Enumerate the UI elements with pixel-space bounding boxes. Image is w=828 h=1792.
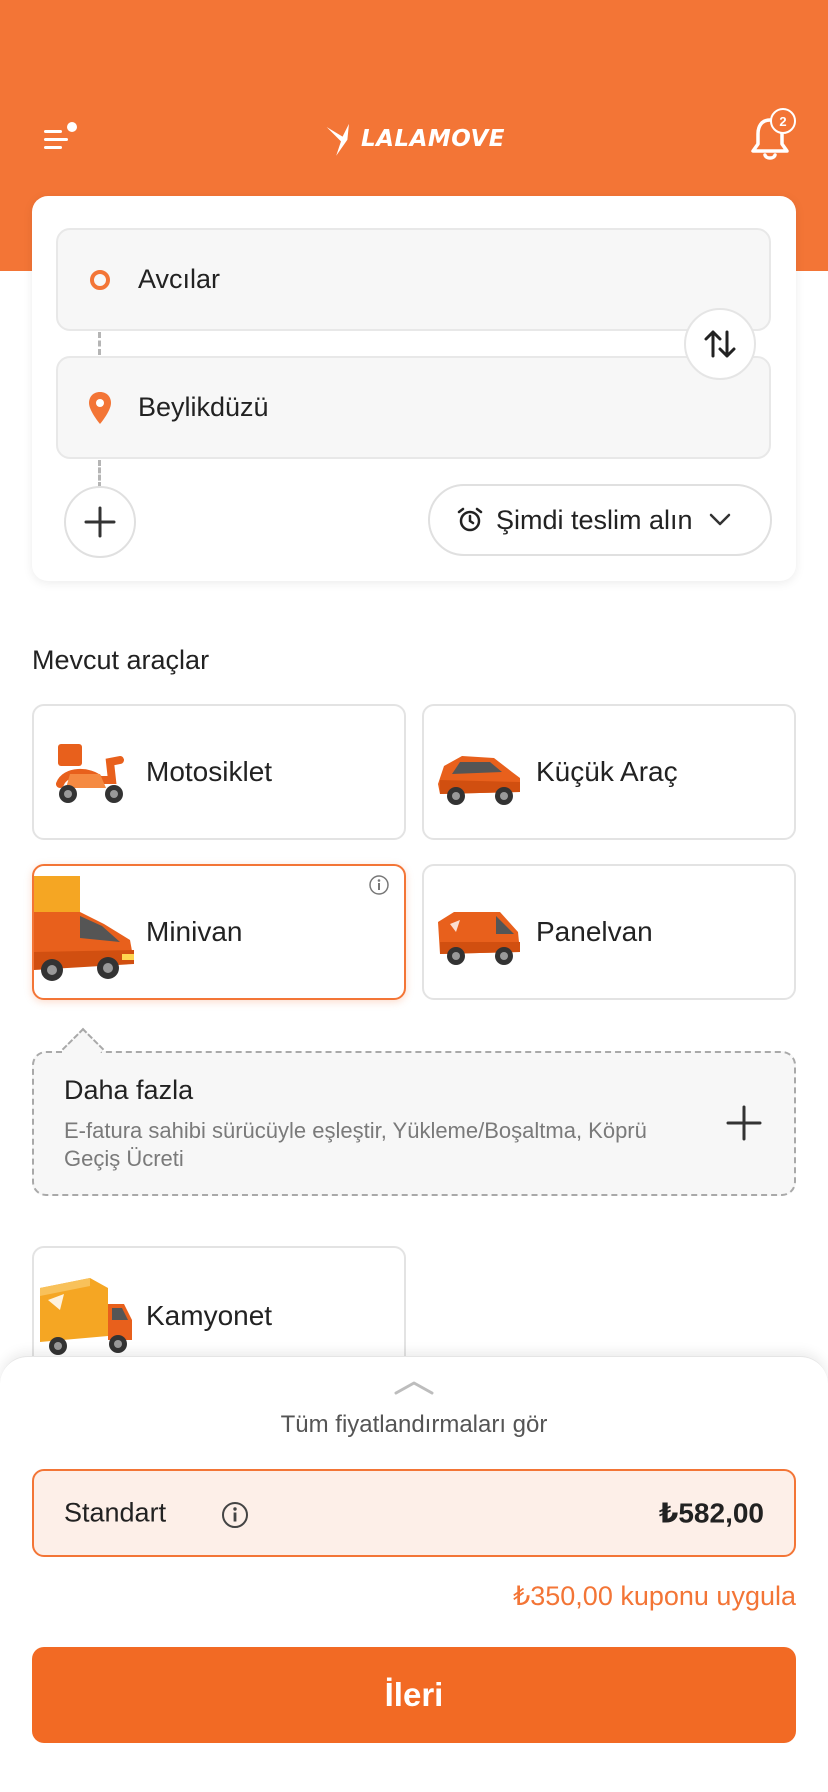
price-tier-label: Standart xyxy=(64,1497,167,1528)
more-options-title: Daha fazla xyxy=(64,1075,194,1105)
pickup-time-button[interactable]: Şimdi teslim alın xyxy=(428,484,772,556)
alarm-clock-icon xyxy=(457,507,483,532)
standard-price-option[interactable]: Standart ₺582,00 xyxy=(32,1469,796,1557)
pickup-text: Avcılar xyxy=(138,264,221,294)
small-car-icon xyxy=(438,756,520,805)
see-all-pricing-link[interactable]: Tüm fiyatlandırmaları gör xyxy=(0,1411,828,1439)
route-card: Avcılar Beylikdüzü Şimdi teslim alın xyxy=(32,196,796,581)
app-logo: LALAMOVE xyxy=(325,112,505,166)
plus-icon[interactable] xyxy=(724,1103,764,1143)
swap-locations-button[interactable] xyxy=(684,308,756,380)
vehicle-option-minivan[interactable]: Minivan xyxy=(32,864,406,1000)
vehicle-label: Panelvan xyxy=(536,916,653,947)
pickup-dot-icon xyxy=(90,269,110,290)
minivan-icon xyxy=(34,876,134,981)
price-value: ₺582,00 xyxy=(658,1497,764,1529)
truck-icon xyxy=(40,1278,132,1355)
vehicle-label: Kamyonet xyxy=(146,1300,273,1331)
route-connector xyxy=(98,460,101,488)
menu-icon xyxy=(44,122,77,149)
next-button[interactable]: İleri xyxy=(32,1647,796,1743)
info-icon[interactable] xyxy=(368,874,390,896)
vehicle-label: Küçük Araç xyxy=(536,756,678,787)
pricing-bottom-sheet: Tüm fiyatlandırmaları gör Standart ₺582,… xyxy=(0,1356,828,1792)
vehicle-option-motosiklet[interactable]: Motosiklet xyxy=(32,704,406,840)
pickup-field[interactable]: Avcılar xyxy=(56,228,771,331)
location-pin-icon xyxy=(89,391,111,424)
chevron-down-icon xyxy=(709,513,730,526)
vehicle-label: Motosiklet xyxy=(146,756,273,787)
available-vehicles-title: Mevcut araçlar xyxy=(32,645,210,675)
vehicle-label: Minivan xyxy=(146,916,243,947)
logo-text: LALAMOVE xyxy=(360,126,505,152)
dropoff-text: Beylikdüzü xyxy=(138,392,269,422)
vehicle-option-panelvan[interactable]: Panelvan xyxy=(422,864,796,1000)
pickup-time-label: Şimdi teslim alın xyxy=(496,504,693,535)
vehicle-option-kucuk-arac[interactable]: Küçük Araç xyxy=(422,704,796,840)
more-options-description: E-fatura sahibi sürücüyle eşleştir, Yükl… xyxy=(64,1118,647,1171)
motorcycle-icon xyxy=(56,744,124,803)
panelvan-icon xyxy=(438,912,520,965)
info-icon[interactable] xyxy=(220,1500,250,1530)
more-options-box[interactable]: Daha fazla E-fatura sahibi sürücüyle eşl… xyxy=(32,1051,796,1196)
notification-badge: 2 xyxy=(770,108,796,134)
plus-icon xyxy=(84,506,116,538)
swap-arrows-icon xyxy=(704,330,736,358)
menu-button[interactable] xyxy=(42,118,82,158)
dropoff-field[interactable]: Beylikdüzü xyxy=(56,356,771,459)
apply-coupon-link[interactable]: ₺350,00 kuponu uygula xyxy=(513,1581,796,1612)
add-stop-button[interactable] xyxy=(64,486,136,558)
lalamove-bird-icon xyxy=(326,123,349,156)
chevron-up-icon[interactable] xyxy=(392,1377,436,1397)
